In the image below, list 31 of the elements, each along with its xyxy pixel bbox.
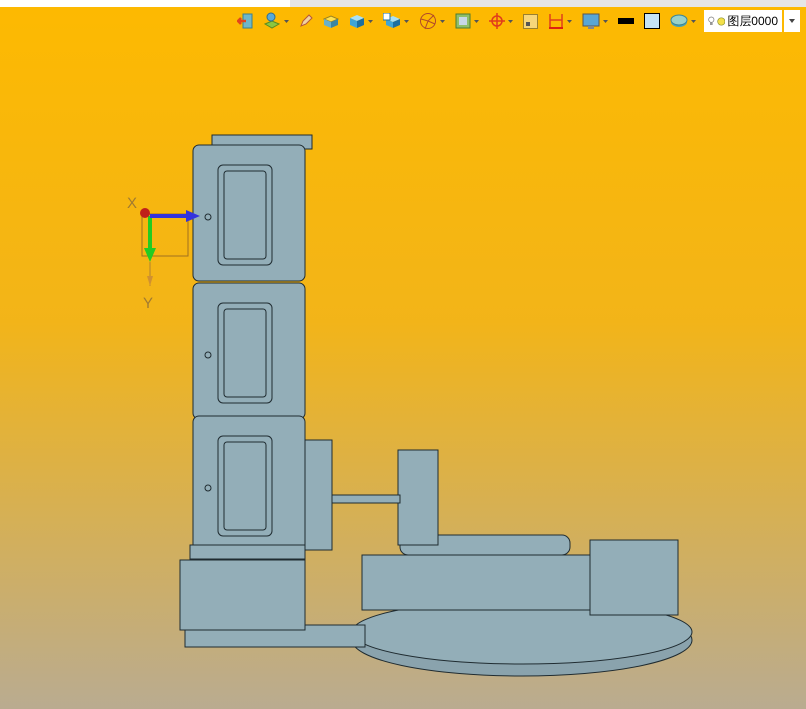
layer-dropdown[interactable]: 图层0000 — [704, 10, 782, 32]
box-icon — [323, 13, 339, 29]
dropdown-caret-icon — [474, 20, 479, 22]
cube-icon — [349, 13, 365, 29]
light-bulb-icon — [708, 14, 715, 28]
color-swatch-icon — [644, 13, 660, 29]
pencil-icon — [299, 14, 313, 28]
dropdown-caret-icon — [691, 20, 696, 22]
dropdown-caret-icon — [603, 20, 608, 22]
monitor-icon — [582, 12, 600, 30]
crosshair-icon — [489, 13, 505, 29]
layer-name: 图层0000 — [727, 13, 778, 30]
dropdown-caret-icon — [508, 20, 513, 22]
dropdown-caret-icon — [440, 20, 445, 22]
dropdown-caret-icon — [368, 20, 373, 22]
y-axis-label: Y — [143, 294, 154, 314]
dropdown-caret-icon — [404, 20, 409, 22]
dropdown-caret-icon — [567, 20, 572, 22]
square-icon — [523, 14, 538, 28]
wireframe-sphere-icon — [419, 12, 437, 30]
dropdown-caret-icon — [284, 20, 289, 22]
x-axis-label: X — [127, 194, 138, 214]
line-weight-icon — [618, 18, 634, 24]
cube-view-icon — [383, 13, 401, 29]
picture-icon — [455, 13, 471, 29]
layers-icon — [263, 12, 281, 30]
disk-icon — [670, 14, 688, 28]
layer-status-icon — [716, 14, 726, 28]
dropdown-caret-icon[interactable] — [784, 10, 800, 32]
dimension-icon — [548, 13, 564, 29]
exit-icon — [237, 13, 253, 29]
